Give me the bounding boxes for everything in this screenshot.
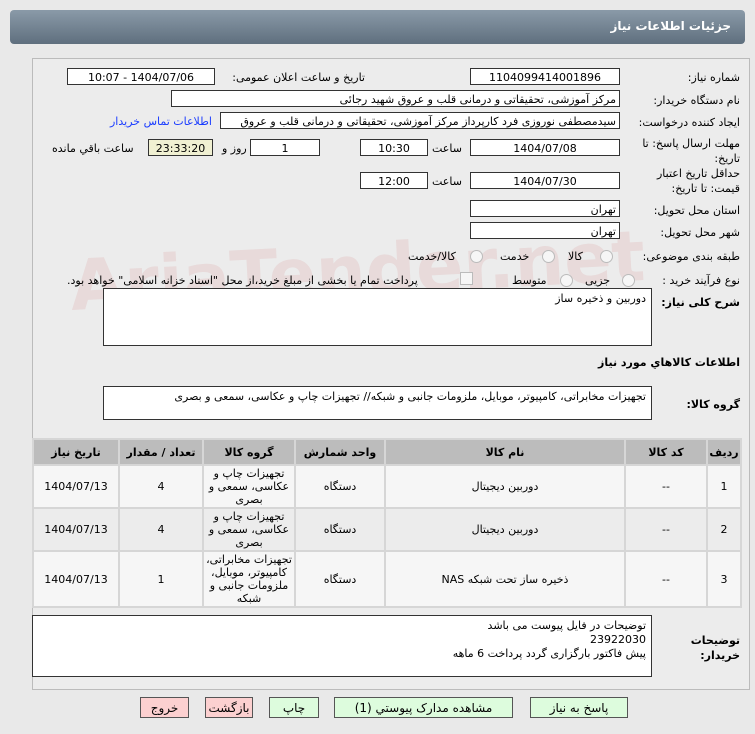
process-label: نوع فرآیند خرید : bbox=[662, 274, 740, 287]
need-number-field[interactable]: 1104099414001896 bbox=[470, 68, 620, 85]
cell: 4 bbox=[120, 509, 202, 550]
goods-group-label: گروه کالا: bbox=[686, 398, 740, 411]
note-line: 23922030 bbox=[590, 633, 646, 646]
cell: تجهیزات چاپ و عکاسی، سمعی و بصری bbox=[204, 466, 294, 507]
creator-field[interactable]: سیدمصطفی نوروزی فرد کارپرداز مرکز آموزشی… bbox=[220, 112, 620, 129]
summary-textarea[interactable]: دوربین و ذخیره ساز bbox=[103, 288, 652, 346]
cell: دوربین دیجیتال bbox=[386, 466, 624, 507]
process-radio-medium[interactable] bbox=[560, 274, 573, 287]
cell: تجهیزات چاپ و عکاسی، سمعی و بصری bbox=[204, 509, 294, 550]
remaining-label: ساعت باقي مانده bbox=[52, 142, 134, 155]
deadline-time-field[interactable]: 10:30 bbox=[360, 139, 428, 156]
province-label: استان محل تحویل: bbox=[653, 204, 740, 217]
col-unit: واحد شمارش bbox=[296, 440, 384, 464]
deadline-date-field[interactable]: 1404/07/08 bbox=[470, 139, 620, 156]
cell: -- bbox=[626, 466, 706, 507]
goods-table: ردیف کد کالا نام کالا واحد شمارش گروه کا… bbox=[32, 438, 742, 608]
cell: 1404/07/13 bbox=[34, 552, 118, 606]
announce-field[interactable]: 1404/07/06 - 10:07 bbox=[67, 68, 215, 85]
cell: 3 bbox=[708, 552, 740, 606]
days-label: روز و bbox=[222, 142, 247, 155]
announce-label: تاریخ و ساعت اعلان عمومی: bbox=[232, 71, 365, 84]
cell: 1404/07/13 bbox=[34, 509, 118, 550]
remaining-time-field: 23:33:20 bbox=[148, 139, 213, 156]
table-header: ردیف کد کالا نام کالا واحد شمارش گروه کا… bbox=[34, 440, 740, 464]
view-attachments-button[interactable]: مشاهده مدارک پیوستي (1) bbox=[334, 697, 513, 718]
days-field[interactable]: 1 bbox=[250, 139, 320, 156]
cell: 4 bbox=[120, 466, 202, 507]
deadline-label: مهلت ارسال پاسخ: تا تاریخ: bbox=[642, 137, 740, 165]
cell: دستگاه bbox=[296, 509, 384, 550]
category-radio-both[interactable] bbox=[470, 250, 483, 263]
process-option-minor: جزیی bbox=[585, 274, 611, 287]
process-radio-minor[interactable] bbox=[622, 274, 635, 287]
cell: -- bbox=[626, 509, 706, 550]
col-row: ردیف bbox=[708, 440, 740, 464]
buyer-notes-label: توضیحات خریدار: bbox=[690, 634, 740, 662]
goods-info-title: اطلاعات کالاهاي مورد نياز bbox=[598, 356, 740, 369]
summary-label: شرح کلی نیاز: bbox=[661, 296, 740, 309]
col-date: تاریخ نیاز bbox=[34, 440, 118, 464]
back-button[interactable]: بازگشت bbox=[205, 697, 253, 718]
validity-time-label: ساعت bbox=[432, 175, 462, 188]
buyer-notes-textarea[interactable]: توضیحات در فایل پیوست می باشد 23922030 پ… bbox=[32, 615, 652, 677]
category-radio-goods[interactable] bbox=[600, 250, 613, 263]
col-group: گروه کالا bbox=[204, 440, 294, 464]
goods-group-textarea[interactable]: تجهیزات مخابراتی، کامپیوتر، موبایل، ملزو… bbox=[103, 386, 652, 420]
page-header: جزئیات اطلاعات نیاز bbox=[10, 10, 745, 44]
table-row[interactable]: 2 -- دوربین دیجیتال دستگاه تجهیزات چاپ و عکا… bbox=[34, 509, 740, 550]
category-option-service: خدمت bbox=[500, 250, 530, 263]
process-option-medium: متوسط bbox=[512, 274, 547, 287]
province-field[interactable]: تهران bbox=[470, 200, 620, 217]
creator-label: ایجاد کننده درخواست: bbox=[638, 116, 740, 129]
buyer-field[interactable]: مرکز آموزشی، تحقیقاتی و درمانی قلب و عرو… bbox=[171, 90, 620, 107]
page-title: جزئیات اطلاعات نیاز bbox=[610, 19, 731, 33]
category-option-goods: کالا bbox=[568, 250, 583, 263]
col-qty: تعداد / مقدار bbox=[120, 440, 202, 464]
buyer-label: نام دستگاه خریدار: bbox=[653, 94, 740, 107]
validity-time-field[interactable]: 12:00 bbox=[360, 172, 428, 189]
category-option-both: کالا/خدمت bbox=[408, 250, 456, 263]
payment-note: پرداخت تمام یا بخشی از مبلغ خرید،از محل … bbox=[67, 274, 418, 287]
city-field[interactable]: تهران bbox=[470, 222, 620, 239]
deadline-time-label: ساعت bbox=[432, 142, 462, 155]
category-radio-service[interactable] bbox=[542, 250, 555, 263]
cell: 2 bbox=[708, 509, 740, 550]
buyer-contact-link[interactable]: اطلاعات تماس خریدار bbox=[110, 115, 212, 128]
need-number-label: شماره نیاز: bbox=[687, 71, 740, 84]
reply-button[interactable]: پاسخ به نیاز bbox=[530, 697, 628, 718]
table-row[interactable]: 3 -- ذخیره ساز تحت شبکه NAS دستگاه تجهیزات م… bbox=[34, 552, 740, 606]
table-row[interactable]: 1 -- دوربین دیجیتال دستگاه تجهیزات چاپ و عکا… bbox=[34, 466, 740, 507]
cell: دستگاه bbox=[296, 552, 384, 606]
cell: 1 bbox=[708, 466, 740, 507]
cell: ذخیره ساز تحت شبکه NAS bbox=[386, 552, 624, 606]
print-button[interactable]: چاپ bbox=[269, 697, 319, 718]
cell: -- bbox=[626, 552, 706, 606]
col-name: نام کالا bbox=[386, 440, 624, 464]
cell: 1404/07/13 bbox=[34, 466, 118, 507]
cell: 1 bbox=[120, 552, 202, 606]
exit-button[interactable]: خروج bbox=[140, 697, 189, 718]
validity-date-field[interactable]: 1404/07/30 bbox=[470, 172, 620, 189]
treasury-payment-checkbox[interactable] bbox=[460, 272, 473, 285]
cell: دوربین دیجیتال bbox=[386, 509, 624, 550]
cell: دستگاه bbox=[296, 466, 384, 507]
note-line: پیش فاکتور بارگزاری گردد پرداخت 6 ماهه bbox=[452, 647, 646, 660]
note-line: توضیحات در فایل پیوست می باشد bbox=[487, 619, 646, 632]
validity-label: حداقل تاریخ اعتبار قیمت: تا تاریخ: bbox=[656, 167, 740, 195]
cell: تجهیزات مخابراتی، کامپیوتر، موبایل، ملزو… bbox=[204, 552, 294, 606]
category-label: طبقه بندی موضوعی: bbox=[642, 250, 740, 263]
city-label: شهر محل تحویل: bbox=[660, 226, 740, 239]
col-code: کد کالا bbox=[626, 440, 706, 464]
